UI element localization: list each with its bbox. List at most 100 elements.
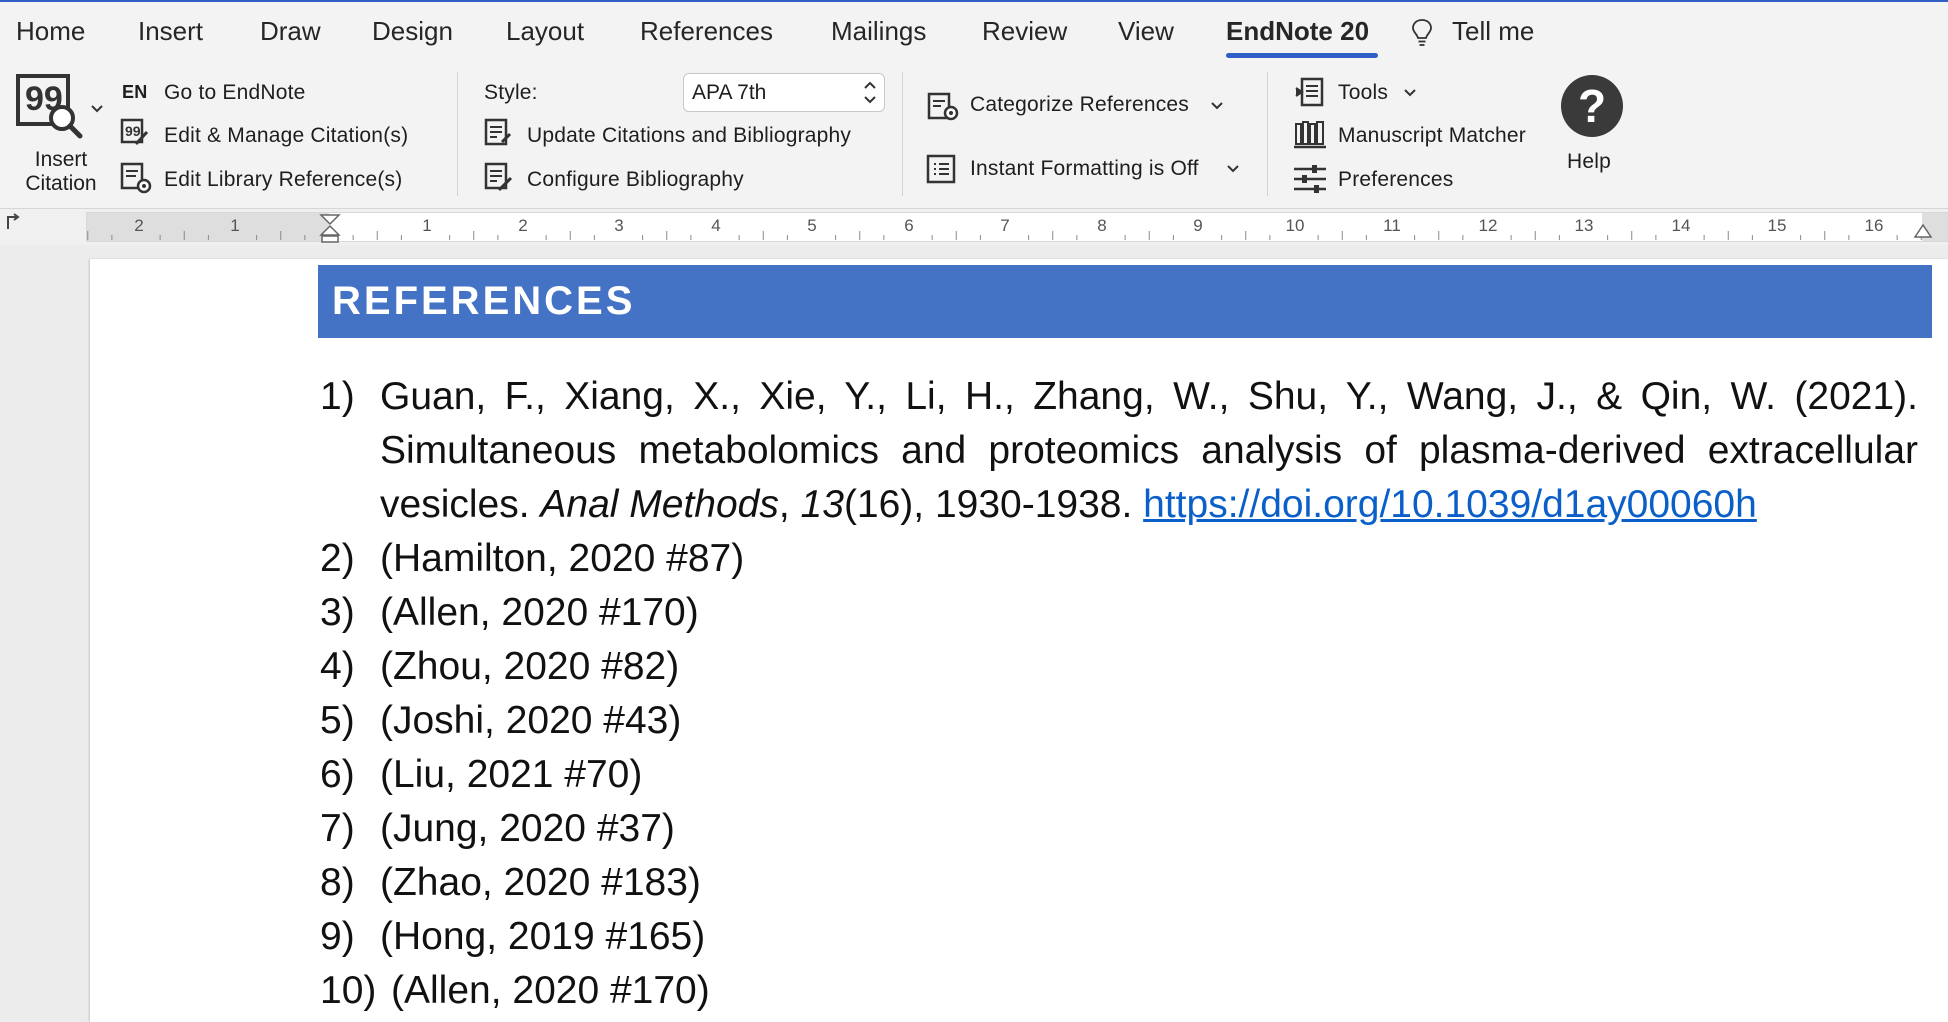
tab-design[interactable]: Design — [372, 16, 453, 47]
update-citations-icon — [484, 118, 512, 146]
reference-entry: 6) (Liu, 2021 #70) — [318, 748, 1918, 802]
reference-entry: 9) (Hong, 2019 #165) — [318, 910, 1918, 964]
tab-stop-icon[interactable] — [4, 213, 22, 231]
tab-layout[interactable]: Layout — [506, 16, 584, 47]
manuscript-matcher-label: Manuscript Matcher — [1338, 124, 1526, 147]
tab-view[interactable]: View — [1118, 16, 1174, 47]
edit-citation-icon: 99 — [120, 118, 149, 146]
configure-bibliography-icon — [484, 162, 513, 192]
manuscript-matcher-icon — [1294, 121, 1326, 149]
reference-citation: (Hong, 2019 #165) — [380, 915, 706, 958]
reference-entry: 4) (Zhou, 2020 #82) — [318, 640, 1918, 694]
endnote-ribbon: 99 Insert Citation EN Go to EndNote 99 E… — [0, 60, 1948, 208]
tab-tell-me[interactable]: Tell me — [1452, 16, 1534, 47]
ruler-number: 2 — [518, 216, 528, 235]
categorize-label: Categorize References — [970, 93, 1189, 116]
insert-citation-icon: 99 — [16, 74, 83, 139]
edit-library-icon — [120, 162, 152, 194]
reference-citation: (Joshi, 2020 #43) — [380, 699, 682, 742]
style-value: APA 7th — [692, 81, 767, 104]
chevron-down-icon — [1211, 102, 1223, 110]
lightbulb-icon — [1412, 19, 1432, 46]
tab-draw[interactable]: Draw — [260, 16, 321, 47]
right-indent-marker-icon[interactable] — [1913, 221, 1933, 239]
ruler-number: 7 — [1000, 216, 1010, 235]
endnote-icon: EN — [122, 82, 148, 102]
ruler-number: 13 — [1574, 216, 1594, 235]
reference-number: 9) — [320, 915, 355, 958]
reference-volume: 13 — [800, 483, 844, 526]
tab-insert[interactable]: Insert — [138, 16, 203, 47]
doi-link[interactable]: https://doi.org/10.1039/d1ay00060h — [1143, 483, 1757, 526]
ribbon-separator — [1267, 72, 1268, 196]
reference-separator: , — [778, 483, 801, 526]
ruler-number: 14 — [1671, 216, 1691, 235]
reference-entry: 8) (Zhao, 2020 #183) — [318, 856, 1918, 910]
reference-list[interactable]: 1) Guan, F., Xiang, X., Xie, Y., Li, H.,… — [318, 370, 1918, 1018]
edit-library-label: Edit Library Reference(s) — [164, 168, 403, 191]
chevron-down-icon — [91, 105, 103, 113]
ruler-number: 1 — [230, 216, 240, 235]
reference-number: 4) — [320, 645, 355, 688]
help-label: Help — [1567, 150, 1611, 173]
reference-entry: 10) (Allen, 2020 #170) — [318, 964, 1918, 1018]
ruler-number: 5 — [807, 216, 817, 235]
reference-entry: 1) Guan, F., Xiang, X., Xie, Y., Li, H.,… — [318, 370, 1918, 532]
reference-citation: (Hamilton, 2020 #87) — [380, 537, 745, 580]
categorize-icon — [927, 92, 959, 121]
indent-marker-icon[interactable] — [319, 213, 341, 243]
ruler-number: 15 — [1767, 216, 1787, 235]
stepper-arrows-icon — [864, 81, 876, 104]
tab-endnote[interactable]: EndNote 20 — [1226, 16, 1369, 47]
update-citations-label: Update Citations and Bibliography — [527, 124, 852, 147]
reference-citation: (Jung, 2020 #37) — [380, 807, 675, 850]
chevron-down-icon — [1404, 89, 1416, 97]
tab-mailings[interactable]: Mailings — [831, 16, 926, 47]
reference-entry: 5) (Joshi, 2020 #43) — [318, 694, 1918, 748]
preferences-label: Preferences — [1338, 168, 1454, 191]
style-label: Style: — [484, 81, 538, 104]
tab-references[interactable]: References — [640, 16, 773, 47]
ribbon-separator — [902, 72, 903, 196]
ruler-row: 2 1 1 2 3 4 5 6 7 8 9 10 11 12 13 14 15 … — [0, 208, 1948, 245]
horizontal-ruler[interactable]: 2 1 1 2 3 4 5 6 7 8 9 10 11 12 13 14 15 … — [86, 212, 1948, 243]
help-question-icon: ? — [1561, 75, 1623, 137]
reference-number: 7) — [320, 807, 355, 850]
reference-entry: 7) (Jung, 2020 #37) — [318, 802, 1918, 856]
configure-bibliography-label: Configure Bibliography — [527, 168, 744, 191]
tools-label: Tools — [1338, 81, 1389, 104]
ruler-number: 1 — [422, 216, 432, 235]
tab-review[interactable]: Review — [982, 16, 1067, 47]
reference-citation: (Allen, 2020 #170) — [380, 591, 699, 634]
reference-number: 10) — [320, 969, 377, 1012]
ruler-number: 10 — [1285, 216, 1305, 235]
ruler-number: 3 — [614, 216, 624, 235]
ruler-number: 11 — [1383, 216, 1401, 235]
reference-citation: (Zhao, 2020 #183) — [380, 861, 701, 904]
instant-formatting-icon — [926, 154, 956, 184]
tab-home[interactable]: Home — [16, 16, 85, 47]
chevron-down-icon — [1227, 165, 1239, 173]
menu-tab-bar: Home Insert Draw Design Layout Reference… — [0, 0, 1948, 60]
active-tab-indicator — [1226, 53, 1378, 58]
ruler-number: 6 — [904, 216, 914, 235]
reference-number: 2) — [320, 537, 355, 580]
svg-text:99: 99 — [125, 123, 141, 139]
reference-number: 5) — [320, 699, 355, 742]
reference-issue-pages: (16), 1930-1938. — [843, 483, 1144, 526]
ruler-number: 16 — [1864, 216, 1884, 235]
preferences-sliders-icon — [1294, 165, 1326, 193]
ruler-number: 8 — [1097, 216, 1107, 235]
insert-citation-label: Insert Citation — [25, 148, 97, 195]
reference-citation: (Zhou, 2020 #82) — [380, 645, 680, 688]
style-dropdown[interactable]: APA 7th — [683, 73, 885, 112]
ruler-number: 2 — [134, 216, 144, 235]
instant-formatting-label: Instant Formatting is Off — [970, 157, 1199, 180]
ruler-number: 9 — [1193, 216, 1203, 235]
reference-citation: (Allen, 2020 #170) — [391, 969, 710, 1012]
reference-citation: (Liu, 2021 #70) — [380, 753, 643, 796]
ruler-number: 12 — [1478, 216, 1498, 235]
edit-manage-label: Edit & Manage Citation(s) — [164, 124, 409, 147]
reference-number: 1) — [320, 375, 355, 418]
references-heading: REFERENCES — [318, 265, 1932, 338]
